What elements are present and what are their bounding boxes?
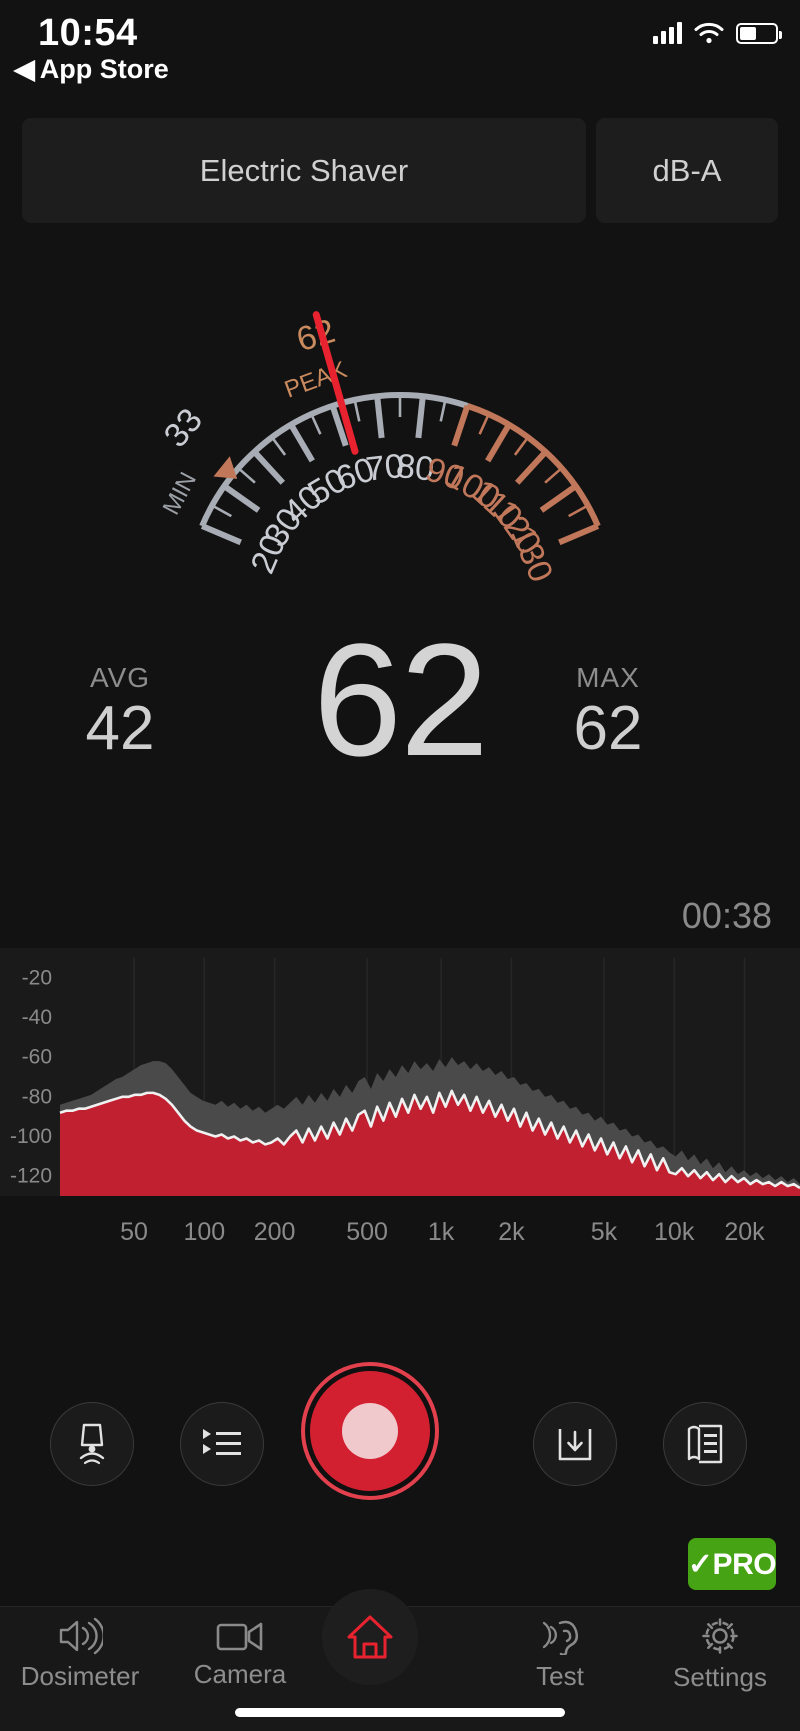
header-selectors: Electric Shaver dB-A [22, 118, 778, 223]
gauge-major-tick [374, 395, 385, 439]
gauge-major-tick [415, 395, 426, 439]
chart-xtick-label: 5k [591, 1218, 618, 1246]
spl-gauge: 20 30 40 50 60 70 80 90 100 110 120 130 MIN 33 PEAK 62 [0, 280, 800, 610]
transport-controls [0, 1366, 800, 1528]
gauge-min-label: MIN [158, 468, 202, 520]
tab-test[interactable]: Test [480, 1607, 640, 1702]
tab-label-camera: Camera [193, 1659, 287, 1689]
list-icon [203, 1429, 241, 1455]
gauge-major-tick [200, 523, 242, 546]
presets-list-button[interactable] [180, 1402, 264, 1486]
gauge-minor-tick [439, 399, 447, 422]
gauge-minor-tick [513, 436, 530, 456]
report-document-icon [687, 1424, 723, 1464]
chart-xtick-label: 100 [183, 1218, 225, 1246]
wifi-icon [694, 22, 724, 44]
chart-ytick-label: -80 [22, 1085, 52, 1108]
record-circle-icon [342, 1403, 398, 1459]
chart-xtick-label: 200 [254, 1218, 296, 1246]
chart-ytick-label: -120 [10, 1165, 52, 1188]
gauge-major-tick [558, 523, 600, 546]
speaker-waves-icon [59, 1617, 103, 1655]
gauge-major-tick [288, 423, 315, 463]
download-inbox-icon [558, 1429, 592, 1461]
home-tab-bubble[interactable] [322, 1589, 418, 1685]
tab-label-test: Test [536, 1661, 584, 1691]
triangle-left-icon: ◀ [14, 54, 35, 84]
gauge-major-tick [252, 449, 286, 485]
preset-selector-button[interactable]: Electric Shaver [22, 118, 586, 223]
battery-icon [736, 22, 782, 44]
ear-hearing-icon [542, 1620, 579, 1655]
chart-xtick-label: 2k [498, 1218, 525, 1246]
back-label: App Store [39, 54, 169, 84]
save-button[interactable] [533, 1402, 617, 1486]
pro-badge[interactable]: ✓PRO [688, 1538, 777, 1590]
video-camera-icon [216, 1622, 263, 1651]
status-bar-time: 10:54 [38, 12, 138, 54]
gauge-minor-tick [310, 413, 322, 435]
chart-ytick-label: -20 [22, 966, 52, 989]
tab-settings[interactable]: Settings [640, 1607, 800, 1702]
gauge-major-tick [485, 423, 512, 463]
bottom-tab-bar: Dosimeter Camera Test Settings [0, 1589, 800, 1731]
spectrum-analyzer-chart[interactable]: -20 -40 -60 -80 -100 -120 50 100 200 500 1k 2k 5k 10… [0, 948, 800, 1258]
gauge-minor-tick [353, 399, 361, 422]
gauge-minor-tick [478, 413, 490, 435]
gauge-minor-tick [544, 467, 563, 484]
gauge-minor-tick [270, 436, 287, 456]
chart-ytick-label: -40 [22, 1006, 52, 1029]
cellular-bars-icon [653, 22, 682, 44]
gauge-major-tick [222, 483, 261, 513]
microphone-calibration-icon [79, 1423, 105, 1465]
gauge-minor-tick [568, 504, 589, 518]
gauge-major-tick [451, 404, 471, 447]
tab-camera[interactable]: Camera [160, 1607, 320, 1702]
preset-label: Electric Shaver [199, 152, 409, 188]
chart-xtick-label: 20k [724, 1218, 765, 1246]
unit-selector-button[interactable]: dB-A [596, 118, 778, 223]
elapsed-timer: 00:38 [681, 895, 772, 936]
chart-ytick-label: -100 [10, 1125, 52, 1148]
report-button[interactable] [663, 1402, 747, 1486]
calibrate-button[interactable] [50, 1402, 134, 1486]
gauge-major-tick [514, 449, 548, 485]
tab-label-settings: Settings [673, 1662, 767, 1692]
max-value: 62 [573, 694, 643, 763]
gauge-min-value: 33 [157, 401, 210, 454]
home-indicator-bar [235, 1708, 565, 1717]
tab-dosimeter[interactable]: Dosimeter [0, 1607, 160, 1702]
home-icon [347, 1615, 393, 1659]
chart-xtick-label: 1k [428, 1218, 455, 1246]
tab-label-dosimeter: Dosimeter [20, 1661, 140, 1691]
chart-xtick-label: 50 [120, 1218, 148, 1246]
readout-panel: AVG 42 62 MAX 62 [0, 620, 800, 800]
max-readout: MAX 62 [518, 662, 698, 760]
gauge-minor-tick [237, 467, 256, 484]
gauge-major-tick [539, 483, 578, 513]
gear-icon [702, 1618, 738, 1654]
chart-ytick-label: -60 [22, 1046, 52, 1069]
gauge-min-marker [213, 456, 238, 479]
chart-xtick-label: 500 [346, 1218, 388, 1246]
chart-xtick-label: 10k [654, 1218, 695, 1246]
status-bar: 10:54 ◀ App Store [0, 0, 800, 100]
record-button[interactable] [305, 1366, 435, 1496]
status-bar-indicators [653, 22, 782, 44]
unit-label: dB-A [652, 152, 722, 188]
max-label: MAX [576, 662, 640, 693]
back-to-app-store-link[interactable]: ◀ App Store [14, 54, 169, 85]
gauge-minor-tick [211, 504, 232, 518]
